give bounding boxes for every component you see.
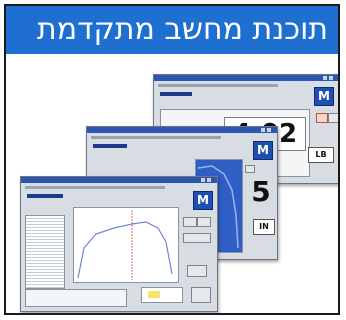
menu-bar	[25, 186, 165, 189]
title-bar	[87, 127, 277, 133]
chart-curve	[77, 210, 173, 280]
data-table	[25, 215, 65, 289]
side-button-3[interactable]	[183, 233, 211, 243]
product-card: תוכנת מחשב מתקדמת M 4.02 LB M 5 IN	[4, 4, 340, 315]
status-indicator	[148, 291, 160, 298]
close-icon[interactable]	[207, 178, 211, 182]
close-icon[interactable]	[329, 76, 333, 80]
menu-bar	[91, 136, 221, 139]
bottom-panel	[25, 289, 127, 307]
banner-title: תוכנת מחשב מתקדמת	[37, 12, 328, 47]
unit-label: IN	[253, 219, 275, 235]
action-button[interactable]	[191, 287, 211, 303]
minimize-icon[interactable]	[323, 76, 327, 80]
side-button-2[interactable]	[197, 217, 211, 227]
title-bar	[21, 177, 217, 183]
menu-bar	[158, 84, 278, 87]
side-button-1[interactable]	[183, 217, 197, 227]
logo-icon: M	[314, 87, 334, 106]
status-panel	[141, 287, 183, 303]
minimize-icon[interactable]	[201, 178, 205, 182]
stop-button[interactable]	[316, 113, 328, 123]
side-button-4[interactable]	[187, 265, 207, 277]
logo-icon: M	[253, 141, 273, 160]
settings-button[interactable]	[328, 113, 338, 123]
app-title	[93, 144, 127, 148]
side-button[interactable]	[245, 165, 255, 173]
close-icon[interactable]	[267, 128, 271, 132]
main-reading: 5	[251, 175, 271, 208]
unit-label: LB	[308, 147, 334, 163]
logo-icon: M	[193, 191, 213, 210]
title-banner: תוכנת מחשב מתקדמת	[6, 6, 338, 54]
app-title	[27, 194, 63, 198]
title-bar	[154, 75, 338, 81]
chart-panel	[73, 207, 179, 283]
software-window-front: M	[20, 176, 218, 312]
app-title	[160, 92, 192, 96]
minimize-icon[interactable]	[261, 128, 265, 132]
